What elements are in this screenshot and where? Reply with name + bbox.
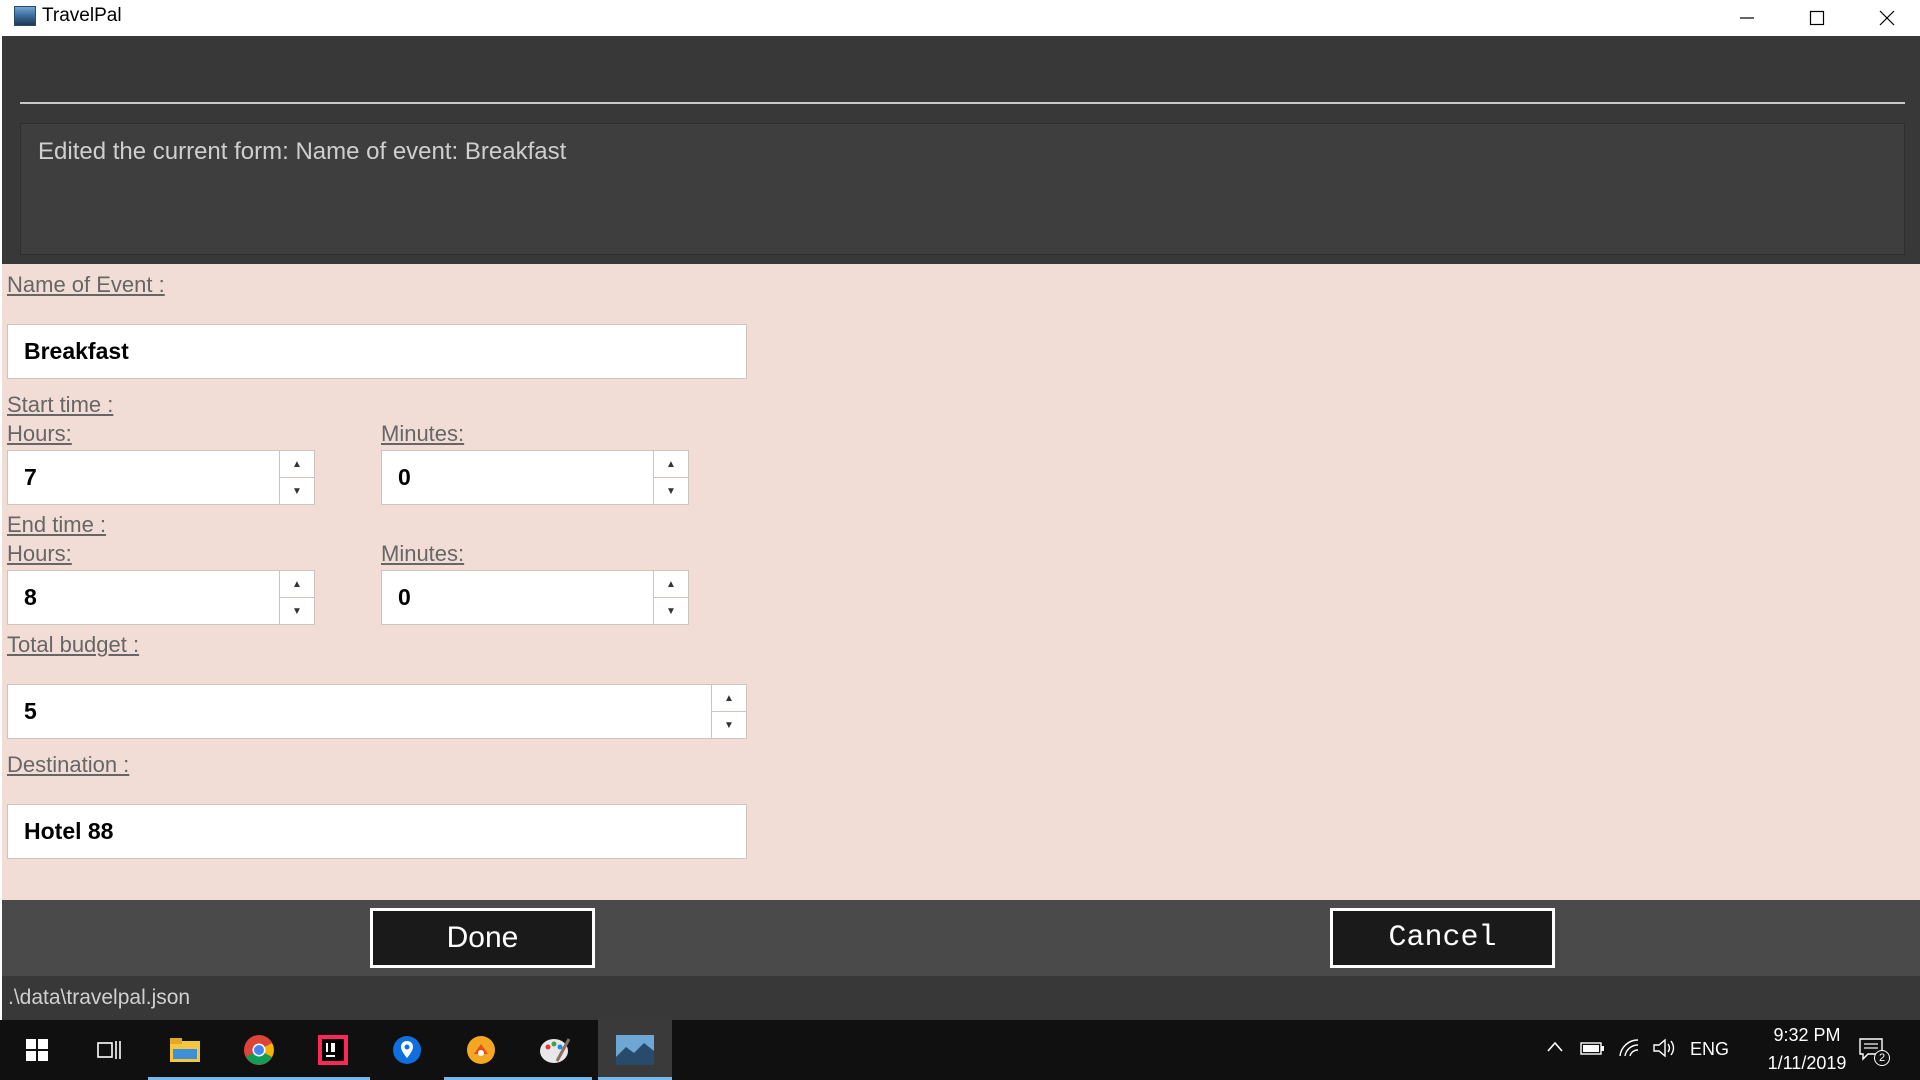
increment-button[interactable]: ▲ <box>280 451 314 477</box>
destination-value: Hotel 88 <box>24 818 114 844</box>
end-time-label: End time : <box>7 512 107 537</box>
start-button[interactable] <box>0 1020 74 1080</box>
maximize-icon <box>1809 10 1825 26</box>
done-button[interactable]: Done <box>370 908 595 968</box>
taskbar-intellij[interactable] <box>296 1020 370 1080</box>
clock-date[interactable]: 1/11/2019 <box>1742 1053 1872 1074</box>
paint-icon <box>540 1038 571 1063</box>
end-minutes-spinner[interactable]: 0 ▲ ▼ <box>381 570 689 625</box>
end-hours-label: Hours: <box>7 541 72 566</box>
cancel-button[interactable]: Cancel <box>1330 908 1555 968</box>
travelpal-icon <box>616 1035 654 1065</box>
chrome-icon <box>244 1035 274 1065</box>
close-button[interactable] <box>1852 0 1920 36</box>
speaker-icon <box>1653 1038 1675 1058</box>
increment-button[interactable]: ▲ <box>654 451 688 477</box>
result-text: Edited the current form: Name of event: … <box>38 138 567 165</box>
close-icon <box>1879 10 1895 26</box>
taskbar-paint[interactable] <box>518 1020 592 1080</box>
intellij-icon <box>318 1035 348 1065</box>
taskbar-photos[interactable] <box>444 1020 518 1080</box>
budget-spinner[interactable]: 5 ▲ ▼ <box>7 684 747 739</box>
taskbar-chrome[interactable] <box>222 1020 296 1080</box>
input-language[interactable]: ENG <box>1690 1039 1729 1060</box>
show-hidden-icons[interactable] <box>1546 1040 1564 1059</box>
notification-badge: 2 <box>1874 1050 1890 1066</box>
decrement-button[interactable]: ▼ <box>280 477 314 504</box>
maps-icon <box>393 1036 421 1064</box>
increment-button[interactable]: ▲ <box>280 571 314 597</box>
task-view-button[interactable] <box>72 1020 146 1080</box>
budget-value: 5 <box>24 698 37 724</box>
battery-status[interactable] <box>1580 1040 1606 1061</box>
start-hours-label: Hours: <box>7 421 72 446</box>
file-explorer-icon <box>170 1038 200 1062</box>
battery-icon <box>1580 1042 1604 1055</box>
end-minutes-value: 0 <box>398 584 411 610</box>
end-hours-value: 8 <box>24 584 37 610</box>
photos-icon <box>467 1036 495 1064</box>
task-view-icon <box>97 1041 121 1059</box>
window-title: TravelPal <box>42 5 122 26</box>
taskbar-travelpal[interactable] <box>598 1020 672 1080</box>
budget-label: Total budget : <box>7 632 140 657</box>
decrement-button[interactable]: ▼ <box>654 477 688 504</box>
chevron-up-icon <box>1547 1041 1563 1052</box>
decrement-button[interactable]: ▼ <box>280 597 314 624</box>
title-bar <box>0 0 1920 36</box>
maximize-button[interactable] <box>1782 0 1852 36</box>
decrement-button[interactable]: ▼ <box>654 597 688 624</box>
name-field[interactable]: Breakfast <box>7 324 747 379</box>
start-hours-spinner[interactable]: 7 ▲ ▼ <box>7 450 315 505</box>
increment-button[interactable]: ▲ <box>654 571 688 597</box>
network-status[interactable] <box>1618 1038 1642 1063</box>
status-bar <box>2 976 1920 1020</box>
minimize-icon <box>1740 17 1754 19</box>
clock-time[interactable]: 9:32 PM <box>1752 1025 1862 1046</box>
start-minutes-label: Minutes: <box>381 421 465 446</box>
volume-control[interactable] <box>1652 1038 1676 1063</box>
end-minutes-label: Minutes: <box>381 541 465 566</box>
taskbar-maps[interactable] <box>370 1020 444 1080</box>
wifi-icon <box>1619 1039 1639 1057</box>
action-center-button[interactable]: 2 <box>1858 1036 1890 1066</box>
name-value: Breakfast <box>24 338 129 364</box>
start-time-label: Start time : <box>7 392 114 417</box>
destination-field[interactable]: Hotel 88 <box>7 804 747 859</box>
increment-button[interactable]: ▲ <box>712 685 746 711</box>
command-box-underline[interactable] <box>20 102 1905 104</box>
save-location: .\data\travelpal.json <box>8 986 191 1009</box>
decrement-button[interactable]: ▼ <box>712 711 746 738</box>
start-minutes-spinner[interactable]: 0 ▲ ▼ <box>381 450 689 505</box>
minimize-button[interactable] <box>1712 0 1782 36</box>
start-hours-value: 7 <box>24 464 37 490</box>
name-label: Name of Event : <box>7 272 165 297</box>
start-icon <box>26 1039 48 1061</box>
end-hours-spinner[interactable]: 8 ▲ ▼ <box>7 570 315 625</box>
destination-label: Destination : <box>7 752 130 777</box>
start-minutes-value: 0 <box>398 464 411 490</box>
button-bar <box>2 900 1920 976</box>
taskbar-file-explorer[interactable] <box>148 1020 222 1080</box>
app-icon <box>14 6 36 26</box>
